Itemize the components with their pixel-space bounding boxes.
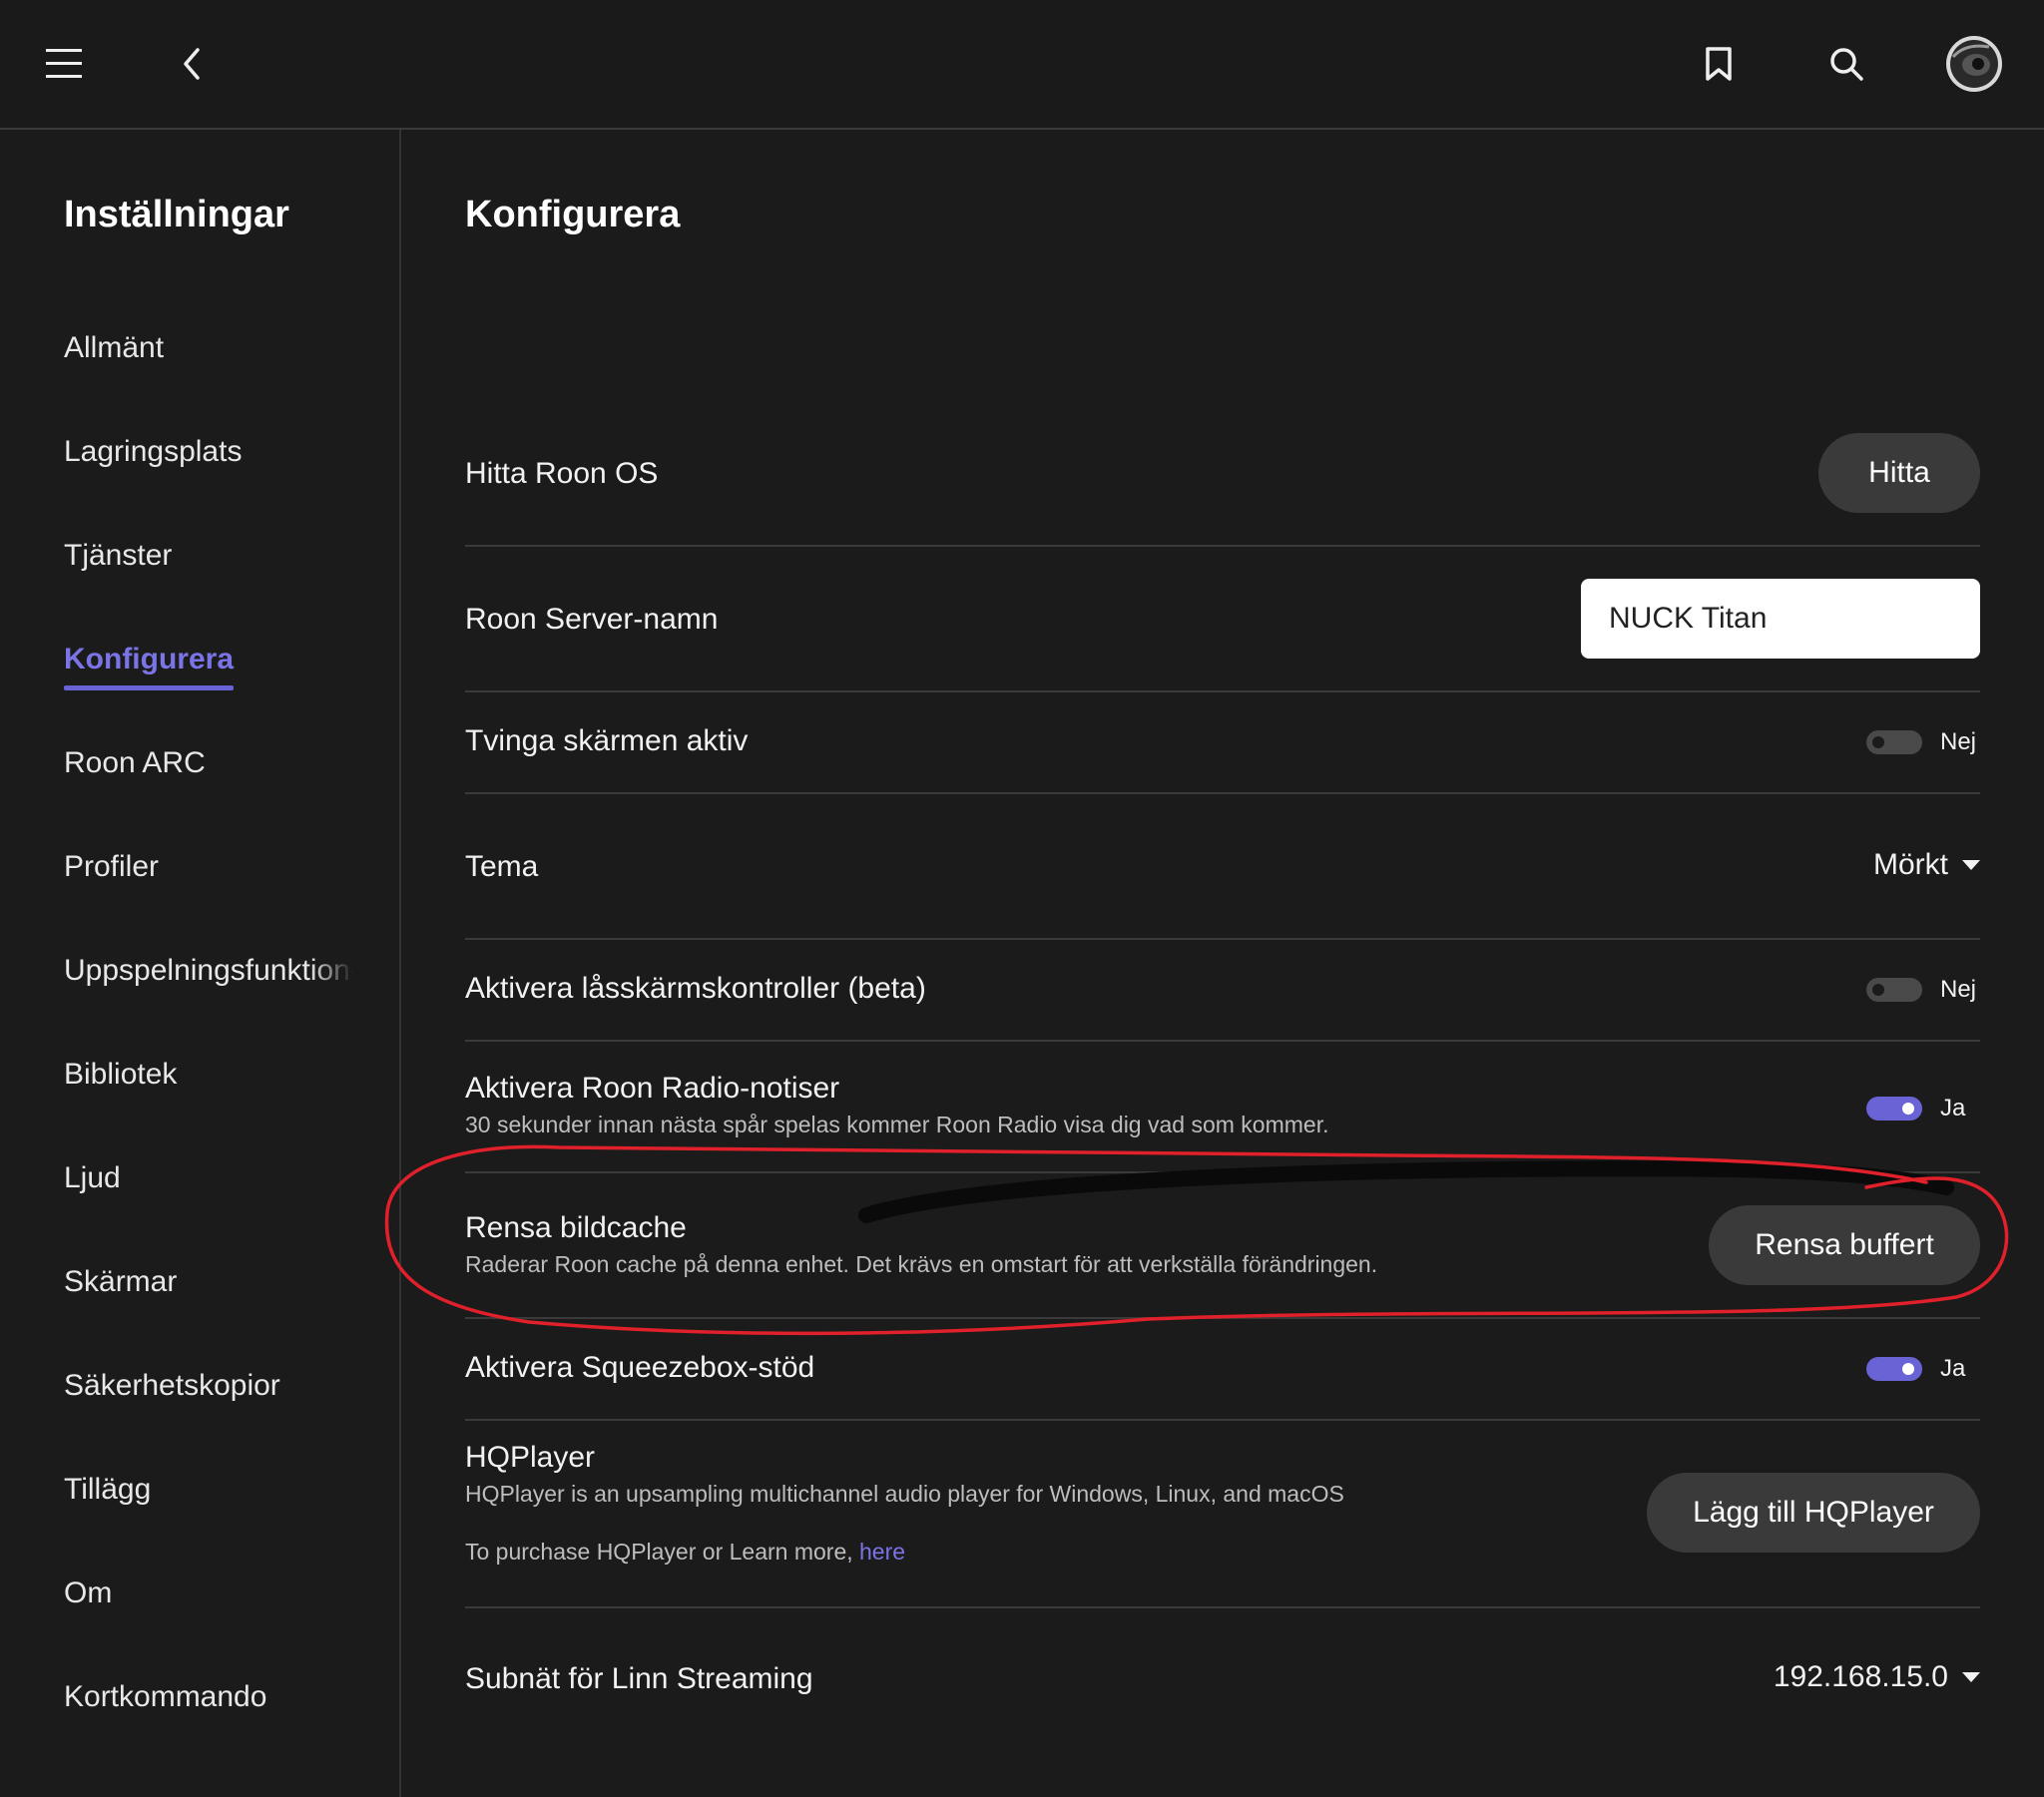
linn-subnet-value: 192.168.15.0: [1773, 1660, 1948, 1693]
sidebar-item-audio[interactable]: Ljud: [64, 1161, 353, 1195]
row-clear-cache: Rensa bildcache Raderar Roon cache på de…: [465, 1173, 1980, 1319]
sidebar-item-extensions[interactable]: Tillägg: [64, 1473, 353, 1507]
toggle-switch[interactable]: [1866, 978, 1922, 1002]
linn-subnet-dropdown[interactable]: 192.168.15.0: [1774, 1660, 1980, 1694]
caret-down-icon: [1962, 1672, 1980, 1682]
hqplayer-purchase-text: To purchase HQPlayer or Learn more, here: [465, 1539, 905, 1566]
find-roon-os-label: Hitta Roon OS: [465, 457, 659, 490]
find-button[interactable]: Hitta: [1818, 433, 1980, 513]
caret-down-icon: [1962, 860, 1980, 870]
sidebar-item-playback[interactable]: Uppspelningsfunktioner: [64, 954, 353, 988]
sidebar-item-services[interactable]: Tjänster: [64, 539, 353, 573]
settings-sidebar: Inställningar Allmänt Lagringsplats Tjän…: [0, 130, 401, 1797]
settings-main-panel: Konfigurera Hitta Roon OS Hitta Roon Ser…: [465, 130, 1980, 1797]
toggle-state-label: Ja: [1940, 1355, 1966, 1382]
sidebar-item-about[interactable]: Om: [64, 1576, 353, 1610]
sidebar-item-general[interactable]: Allmänt: [64, 331, 353, 365]
purchase-text: To purchase HQPlayer or Learn more,: [465, 1539, 860, 1565]
keep-screen-label: Tvinga skärmen aktiv: [465, 724, 749, 757]
page-title: Konfigurera: [465, 194, 681, 235]
hqplayer-description: HQPlayer is an upsampling multichannel a…: [465, 1481, 1344, 1507]
sidebar-item-profiles[interactable]: Profiler: [64, 850, 353, 884]
server-name-label: Roon Server-namn: [465, 603, 719, 636]
row-radio-notices: Aktivera Roon Radio-notiser 30 sekunder …: [465, 1042, 1980, 1173]
clear-cache-button[interactable]: Rensa buffert: [1709, 1205, 1980, 1285]
toggle-switch[interactable]: [1866, 1357, 1922, 1381]
toggle-state-label: Nej: [1940, 728, 1977, 755]
radio-description: 30 sekunder innan nästa spår spelas komm…: [465, 1112, 1329, 1137]
radio-toggle[interactable]: Ja: [1866, 1095, 1976, 1123]
user-avatar[interactable]: [1944, 34, 2004, 94]
server-name-input[interactable]: [1581, 579, 1980, 659]
sidebar-item-displays[interactable]: Skärmar: [64, 1265, 353, 1299]
chevron-left-icon[interactable]: [162, 34, 222, 94]
row-linn-subnet: Subnät för Linn Streaming 192.168.15.0: [465, 1608, 1980, 1752]
search-icon[interactable]: [1816, 34, 1876, 94]
row-server-name: Roon Server-namn: [465, 547, 1980, 692]
toggle-state-label: Ja: [1940, 1095, 1966, 1122]
row-squeezebox: Aktivera Squeezebox-stöd Ja: [465, 1319, 1980, 1421]
bookmark-icon[interactable]: [1689, 34, 1749, 94]
lockscreen-toggle[interactable]: Nej: [1866, 976, 1976, 1004]
hqplayer-label: HQPlayer: [465, 1441, 596, 1474]
cache-description: Raderar Roon cache på denna enhet. Det k…: [465, 1251, 1378, 1277]
sidebar-item-storage[interactable]: Lagringsplats: [64, 435, 353, 469]
add-hqplayer-button[interactable]: Lägg till HQPlayer: [1647, 1473, 1980, 1553]
cache-label: Rensa bildcache: [465, 1211, 687, 1244]
sidebar-item-shortcuts[interactable]: Kortkommando: [64, 1680, 353, 1714]
row-find-roon-os: Hitta Roon OS Hitta: [465, 303, 1980, 547]
squeezebox-label: Aktivera Squeezebox-stöd: [465, 1351, 815, 1384]
theme-value: Mörkt: [1873, 848, 1948, 881]
sidebar-item-backups[interactable]: Säkerhetskopior: [64, 1369, 353, 1403]
sidebar-title: Inställningar: [64, 194, 289, 235]
linn-subnet-label: Subnät för Linn Streaming: [465, 1662, 813, 1695]
squeezebox-toggle[interactable]: Ja: [1866, 1355, 1976, 1383]
sidebar-item-library[interactable]: Bibliotek: [64, 1058, 353, 1092]
row-hqplayer: HQPlayer HQPlayer is an upsampling multi…: [465, 1421, 1980, 1608]
radio-label: Aktivera Roon Radio-notiser: [465, 1072, 840, 1105]
toggle-switch[interactable]: [1866, 1097, 1922, 1121]
row-keep-screen-on: Tvinga skärmen aktiv Nej: [465, 692, 1980, 794]
sidebar-item-roon-arc[interactable]: Roon ARC: [64, 746, 353, 780]
row-lockscreen-controls: Aktivera låsskärmskontroller (beta) Nej: [465, 940, 1980, 1042]
top-bar: [0, 0, 2044, 130]
lockscreen-label: Aktivera låsskärmskontroller (beta): [465, 972, 926, 1005]
sidebar-item-setup[interactable]: Konfigurera: [64, 643, 235, 690]
hamburger-menu-icon[interactable]: [34, 34, 94, 94]
theme-dropdown[interactable]: Mörkt: [1873, 848, 1980, 882]
theme-label: Tema: [465, 850, 539, 883]
keep-screen-toggle[interactable]: Nej: [1866, 728, 1976, 756]
row-theme: Tema Mörkt: [465, 794, 1980, 940]
toggle-state-label: Nej: [1940, 976, 1977, 1003]
toggle-switch[interactable]: [1866, 730, 1922, 754]
hqplayer-learn-more-link[interactable]: here: [859, 1539, 905, 1565]
